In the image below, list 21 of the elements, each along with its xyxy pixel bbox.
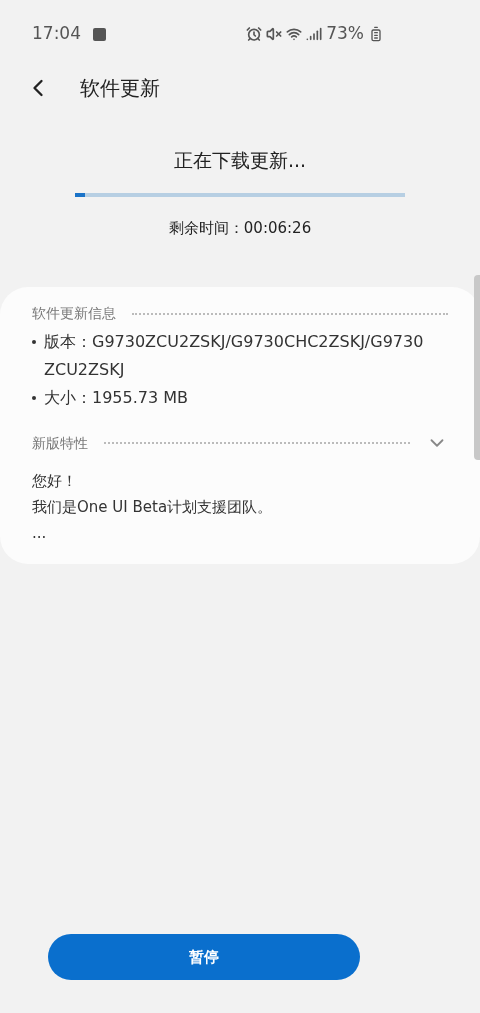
features-header[interactable]: 新版特性: [32, 432, 448, 454]
bullet-icon: [32, 340, 36, 344]
bullet-icon: [32, 396, 36, 400]
page-title: 软件更新: [80, 75, 160, 102]
battery-icon: [368, 26, 384, 42]
alarm-icon: [246, 26, 263, 42]
wifi-icon: [286, 26, 303, 42]
notification-icon: [93, 27, 106, 41]
status-time: 17:04: [32, 22, 81, 46]
feature-text: 您好！: [32, 471, 78, 492]
info-item: 版本：G9730ZCU2ZSKJ/G9730CHC2ZSKJ/G9730ZCU2ZSKJ: [44, 331, 425, 381]
feature-text: 我们是One UI Beta计划支援团队。: [32, 497, 274, 518]
section-heading: 软件更新信息: [32, 304, 116, 323]
download-status: 正在下载更新...: [173, 148, 307, 173]
battery-level: 73%: [326, 22, 364, 46]
mute-icon: [266, 26, 283, 42]
signal-icon: [306, 26, 323, 42]
info-item: 大小：1955.73 MB: [44, 387, 190, 409]
remaining-time: 剩余时间：00:06:26: [168, 217, 312, 239]
feature-text: ...: [32, 523, 48, 544]
pause-button[interactable]: 暂停: [48, 934, 360, 980]
